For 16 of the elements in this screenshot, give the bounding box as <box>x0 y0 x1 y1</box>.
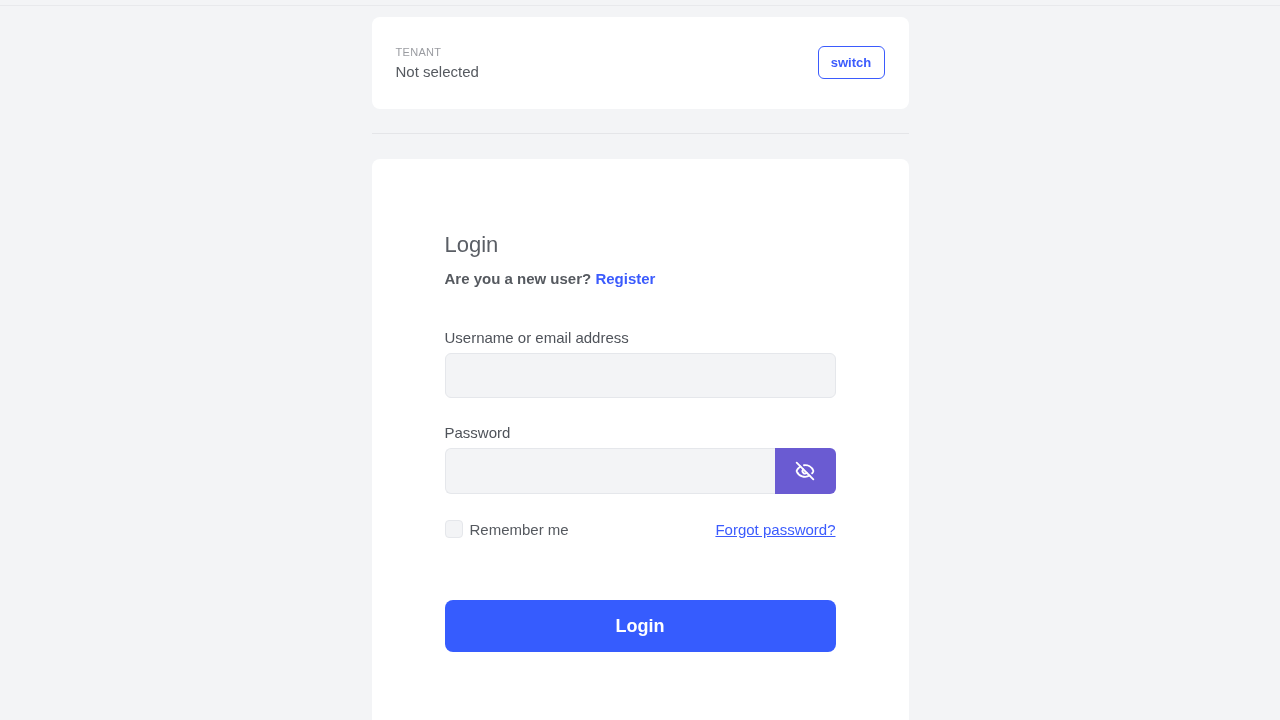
login-title: Login <box>444 231 500 259</box>
register-prompt: Are you a new user? Register <box>444 269 657 289</box>
tenant-label: TENANT <box>395 46 443 58</box>
eye-off-icon <box>795 461 815 481</box>
login-button[interactable]: Login <box>444 600 836 652</box>
register-link[interactable]: Register <box>595 270 656 287</box>
forgot-password-link[interactable]: Forgot password? <box>715 520 836 538</box>
tenant-value: Not selected <box>395 63 479 80</box>
password-input[interactable] <box>444 448 775 494</box>
field-label: Username or email address <box>444 328 630 348</box>
switch-button[interactable]: switch <box>817 45 885 79</box>
toggle-visibility-button[interactable] <box>774 448 836 494</box>
username-input[interactable] <box>444 353 836 398</box>
remember-label: Remember me <box>469 520 569 538</box>
remember-checkbox[interactable] <box>444 520 463 538</box>
field-label: Password <box>444 423 512 443</box>
